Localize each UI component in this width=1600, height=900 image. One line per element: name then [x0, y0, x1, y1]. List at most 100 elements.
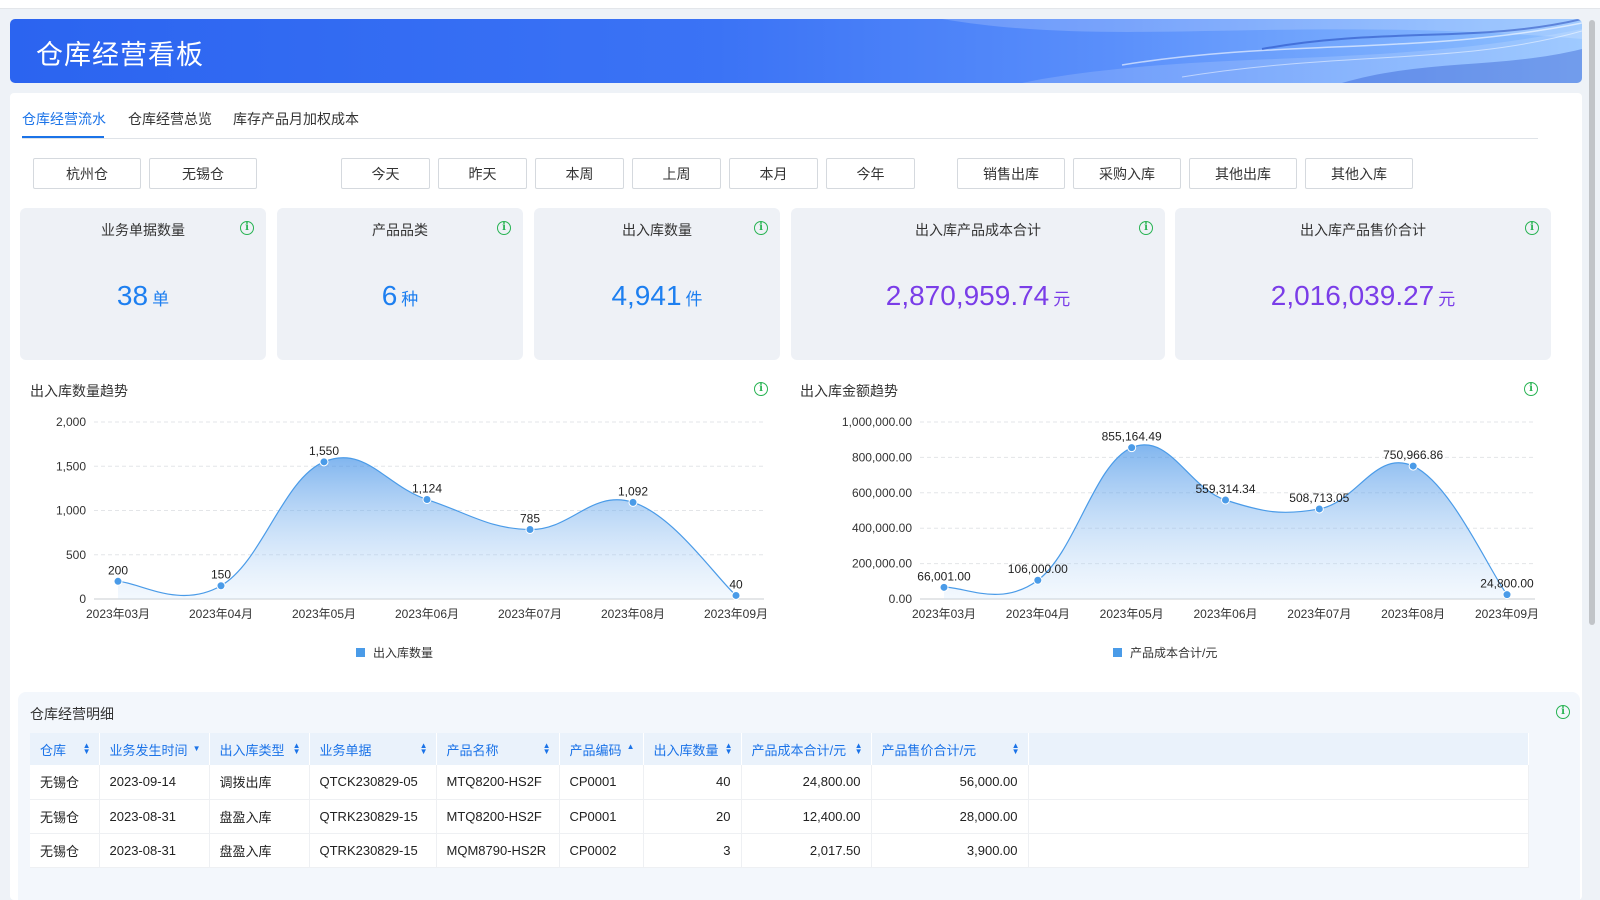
table-row[interactable]: 无锡仓 2023-09-14 调拨出库 QTCK230829-05 MTQ820… [30, 765, 1529, 800]
table-row[interactable]: 无锡仓 2023-08-31 盘盈入库 QTRK230829-15 MTQ820… [30, 799, 1529, 834]
data-point[interactable] [1221, 495, 1230, 505]
banner-wave-decoration [942, 19, 1582, 83]
page-scrollbar[interactable] [1586, 10, 1596, 630]
cell-cost: 2,017.50 [741, 833, 872, 868]
cell-price: 28,000.00 [871, 799, 1029, 834]
filter-purchase-in-button[interactable]: 采购入库 [1073, 158, 1181, 189]
top-bar [0, 0, 1600, 9]
data-point[interactable] [1408, 461, 1418, 471]
cell-warehouse: 无锡仓 [30, 765, 100, 800]
filter-yesterday-button[interactable]: 昨天 [438, 158, 527, 189]
kpi-number: 6 [381, 280, 398, 311]
filter-wuxi-button[interactable]: 无锡仓 [149, 158, 257, 189]
sort-desc-icon[interactable]: ▼ [193, 745, 201, 753]
kpi-number: 38 [116, 280, 149, 311]
kpi-value: 2,016,039.27 元 [1175, 280, 1551, 312]
data-label: 559,314.34 [1195, 482, 1255, 496]
data-point[interactable] [216, 581, 226, 591]
info-icon[interactable]: i [754, 382, 768, 396]
data-label: 150 [211, 568, 231, 582]
column-header-type[interactable]: 出入库类型 ▲ ▼ [209, 733, 310, 765]
column-header-warehouse[interactable]: 仓库 ▲ ▼ [30, 733, 100, 765]
info-icon[interactable]: i [1556, 705, 1570, 719]
kpi-title: 产品品类 [372, 222, 428, 238]
page-title: 仓库经营看板 [36, 40, 204, 70]
data-point[interactable] [939, 582, 949, 592]
info-icon[interactable]: i [497, 221, 511, 235]
data-point[interactable] [113, 576, 123, 586]
column-header-time[interactable]: 业务发生时间 ▼ [99, 733, 210, 765]
cell-filler [1028, 799, 1529, 834]
filter-this-year-button[interactable]: 今年 [826, 158, 915, 189]
data-point[interactable] [628, 497, 638, 507]
sort-icon[interactable]: ▲ ▼ [1012, 742, 1020, 756]
tab-monthly-weighted-cost[interactable]: 库存产品月加权成本 [233, 109, 359, 129]
filter-other-out-button[interactable]: 其他出库 [1189, 158, 1297, 189]
kpi-title: 出入库数量 [622, 222, 692, 238]
sort-icon[interactable]: ▲ ▼ [293, 742, 301, 756]
info-icon[interactable]: i [1525, 221, 1539, 235]
filter-other-in-button[interactable]: 其他入库 [1305, 158, 1413, 189]
data-point[interactable] [1314, 504, 1324, 514]
column-label: 产品成本合计/元 [751, 742, 847, 758]
table-row[interactable]: 无锡仓 2023-08-31 盘盈入库 QTRK230829-15 MQM879… [30, 833, 1529, 868]
filter-this-month-button[interactable]: 本月 [729, 158, 818, 189]
tab-warehouse-flow[interactable]: 仓库经营流水 [22, 109, 106, 129]
data-point[interactable] [1033, 575, 1043, 585]
kpi-number: 2,016,039.27 [1270, 280, 1435, 311]
column-header-product-name[interactable]: 产品名称 ▲ ▼ [436, 733, 560, 765]
detail-section: 仓库经营明细 i 仓库 ▲ ▼ 业务发生时间 ▼ 出入库类型 ▲ ▼ 业务单据 ▲ ▼ 产品名… [18, 692, 1580, 900]
filter-today-button[interactable]: 今天 [341, 158, 430, 189]
cell-time: 2023-08-31 [99, 833, 210, 868]
column-label: 出入库类型 [219, 742, 285, 758]
column-label: 产品售价合计/元 [881, 742, 977, 758]
cell-quantity: 3 [643, 833, 742, 868]
y-tick-label: 1,500 [56, 459, 86, 473]
legend-swatch [1113, 648, 1122, 657]
x-tick-label: 2023年03月 [86, 607, 150, 621]
data-point[interactable] [1502, 590, 1512, 600]
column-label: 业务发生时间 [109, 742, 188, 758]
info-icon[interactable]: i [754, 221, 768, 235]
column-header-cost[interactable]: 产品成本合计/元 ▲ ▼ [741, 733, 872, 765]
cell-type: 盘盈入库 [209, 833, 310, 868]
data-point[interactable] [525, 525, 535, 535]
column-header-document[interactable]: 业务单据 ▲ ▼ [309, 733, 437, 765]
column-header-quantity[interactable]: 出入库数量 ▲ ▼ [643, 733, 742, 765]
info-icon[interactable]: i [1139, 221, 1153, 235]
sort-icon[interactable]: ▲ ▼ [543, 742, 551, 756]
y-tick-label: 1,000 [56, 504, 86, 518]
sort-asc-icon[interactable]: ▲ [627, 743, 635, 751]
column-header-filler [1028, 733, 1529, 765]
data-point[interactable] [422, 495, 432, 505]
cell-filler [1028, 765, 1529, 800]
qty-trend-chart: 0 500 1,000 1,500 2,000 200 2023年03月 150 2023年04… [56, 415, 768, 621]
x-tick-label: 2023年06月 [395, 607, 459, 621]
filter-sales-out-button[interactable]: 销售出库 [957, 158, 1065, 189]
filter-hangzhou-button[interactable]: 杭州仓 [33, 158, 141, 189]
data-label: 66,001.00 [917, 569, 971, 583]
cell-warehouse: 无锡仓 [30, 799, 100, 834]
sort-icon[interactable]: ▲ ▼ [725, 742, 733, 756]
sort-icon[interactable]: ▲ ▼ [420, 742, 428, 756]
filter-this-week-button[interactable]: 本周 [535, 158, 624, 189]
scrollbar-thumb[interactable] [1589, 20, 1595, 625]
sort-icon[interactable]: ▲ ▼ [855, 742, 863, 756]
qty-chart-legend[interactable]: 出入库数量 [356, 644, 433, 661]
tab-warehouse-overview[interactable]: 仓库经营总览 [128, 109, 212, 129]
info-icon[interactable]: i [240, 221, 254, 235]
info-icon[interactable]: i [1524, 382, 1538, 396]
filter-last-week-button[interactable]: 上周 [632, 158, 721, 189]
data-point[interactable] [1127, 443, 1137, 453]
sort-icon[interactable]: ▲ ▼ [83, 742, 91, 756]
x-tick-label: 2023年08月 [1381, 607, 1445, 621]
y-tick-label: 600,000.00 [852, 486, 912, 500]
kpi-card-price-total: 出入库产品售价合计 i 2,016,039.27 元 [1175, 208, 1551, 360]
column-header-product-code[interactable]: 产品编码 ▲ [559, 733, 644, 765]
column-header-price[interactable]: 产品售价合计/元 ▲ ▼ [871, 733, 1029, 765]
data-point[interactable] [319, 457, 329, 467]
data-point[interactable] [731, 590, 741, 600]
amount-chart-legend[interactable]: 产品成本合计/元 [1113, 644, 1217, 661]
x-tick-label: 2023年05月 [1100, 607, 1164, 621]
x-tick-label: 2023年07月 [498, 607, 562, 621]
